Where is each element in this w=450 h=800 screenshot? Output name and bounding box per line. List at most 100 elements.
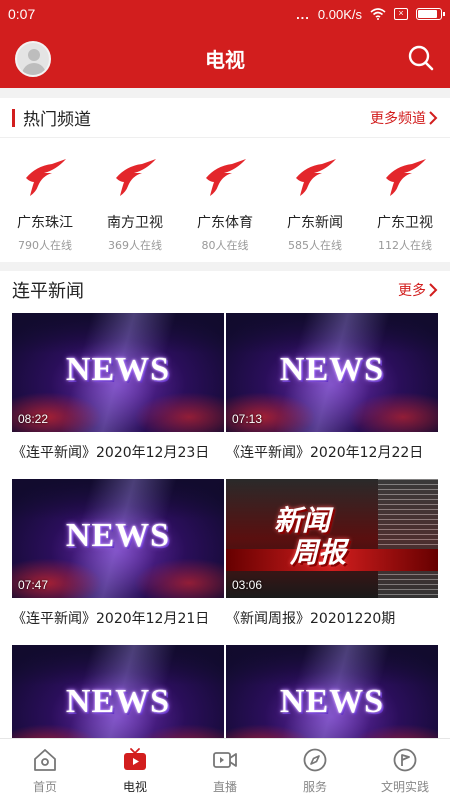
app-header: 电视	[0, 28, 450, 88]
video-thumbnail[interactable]: NEWS 07:13	[226, 313, 438, 432]
channel-list: 广东珠江 790人在线 南方卫视 369人在线 广东体育 80人在线 广东新闻 …	[0, 140, 450, 260]
chevron-right-icon	[429, 283, 438, 297]
tab-live[interactable]: 直播	[180, 739, 270, 800]
channel-item[interactable]: 广东珠江 790人在线	[0, 140, 90, 260]
thumb-glow	[12, 724, 102, 738]
channel-online: 369人在线	[108, 239, 162, 252]
avatar-body	[22, 63, 46, 75]
channel-online: 790人在线	[18, 239, 72, 252]
video-title[interactable]: 《连平新闻》2020年12月23日	[12, 442, 224, 462]
video-card[interactable]: NEWS	[12, 645, 224, 738]
tab-service[interactable]: 服务	[270, 739, 360, 800]
channel-online: 112人在线	[378, 239, 432, 252]
search-icon[interactable]	[407, 44, 435, 72]
thumb-glow	[134, 558, 224, 598]
home-icon	[34, 749, 56, 771]
more-channels-link[interactable]: 更多频道	[370, 108, 438, 128]
tab-label: 文明实践	[380, 780, 429, 794]
signal-dots: ...	[296, 6, 310, 22]
tab-label: 电视	[122, 780, 147, 794]
video-title[interactable]: 《连平新闻》2020年12月21日	[12, 608, 224, 628]
channel-logo-icon	[26, 159, 66, 196]
video-camera-icon	[213, 752, 237, 768]
hot-channels-header: 热门频道 更多频道	[0, 98, 450, 138]
video-thumbnail[interactable]: NEWS 08:22	[12, 313, 224, 432]
news-section-title: 连平新闻	[12, 281, 84, 302]
video-title[interactable]: 《连平新闻》2020年12月22日	[226, 442, 438, 462]
status-bar: 0:07 ... 0.00K/s ×	[0, 0, 450, 28]
status-right-group: ... 0.00K/s ×	[296, 6, 445, 22]
video-card[interactable]: NEWS 07:13 《连平新闻》2020年12月22日	[226, 313, 438, 462]
battery-fill	[418, 10, 437, 18]
channel-logo-icon	[206, 159, 246, 196]
thumb-stripes	[378, 479, 438, 598]
video-title[interactable]: 《新闻周报》20201220期	[226, 608, 438, 628]
video-thumbnail[interactable]: 新闻 周报 03:06	[226, 479, 438, 598]
channel-item[interactable]: 广东卫视 112人在线	[360, 140, 450, 260]
section-divider	[0, 88, 450, 98]
hot-channels-title: 热门频道	[12, 105, 91, 130]
tab-label: 直播	[212, 780, 237, 794]
tv-icon	[124, 748, 146, 770]
channel-name: 广东珠江	[17, 215, 73, 231]
channel-name: 广东卫视	[377, 215, 433, 231]
chevron-right-icon	[429, 110, 438, 125]
tab-label: 服务	[302, 780, 327, 794]
more-news-link[interactable]: 更多	[398, 280, 438, 300]
bottom-tab-bar: 首页 电视 直播 服务 文明实践	[0, 738, 450, 800]
thumb-glow	[348, 392, 438, 432]
video-duration: 07:13	[232, 412, 263, 426]
video-card[interactable]: NEWS 07:47 《连平新闻》2020年12月21日	[12, 479, 224, 628]
channel-name: 南方卫视	[107, 215, 163, 231]
hot-channels-title-text: 热门频道	[23, 110, 91, 130]
tab-tv[interactable]: 电视	[90, 739, 180, 800]
status-time: 0:07	[8, 6, 36, 22]
thumb-news-text: NEWS	[65, 351, 171, 388]
thumb-glow	[134, 724, 224, 738]
thumb-glow	[348, 724, 438, 738]
channel-item[interactable]: 南方卫视 369人在线	[90, 140, 180, 260]
section-divider	[0, 262, 450, 271]
thumb-glow	[134, 392, 224, 432]
wifi-icon	[370, 8, 386, 20]
more-channels-label: 更多频道	[370, 110, 426, 127]
channel-name: 广东新闻	[287, 215, 343, 231]
channel-item[interactable]: 广东体育 80人在线	[180, 140, 270, 260]
more-news-label: 更多	[398, 283, 426, 299]
thumb-news-text: NEWS	[279, 683, 385, 720]
title-accent-bar	[12, 108, 15, 127]
channel-item[interactable]: 广东新闻 585人在线	[270, 140, 360, 260]
video-thumbnail[interactable]: NEWS	[12, 645, 224, 738]
avatar-head	[28, 49, 40, 61]
thumb-news-text: NEWS	[65, 683, 171, 720]
video-card[interactable]: NEWS	[226, 645, 438, 738]
channel-logo-icon	[386, 159, 426, 196]
video-thumbnail[interactable]: NEWS 07:47	[12, 479, 224, 598]
thumb-weekly-text-line: 周报	[290, 536, 347, 569]
thumb-weekly-text-line: 新闻	[274, 504, 331, 537]
net-speed: 0.00K/s	[317, 6, 362, 22]
battery-icon	[416, 8, 445, 20]
video-thumbnail[interactable]: NEWS	[226, 645, 438, 738]
news-section-header: 连平新闻 更多	[0, 272, 450, 308]
avatar[interactable]	[15, 41, 51, 77]
channel-logo-icon	[296, 159, 336, 196]
thumb-glow	[226, 724, 316, 738]
tab-civilization[interactable]: 文明实践	[360, 739, 450, 800]
sim-x-icon: ×	[394, 8, 408, 20]
video-duration: 08:22	[18, 412, 49, 426]
video-duration: 03:06	[232, 578, 263, 592]
channel-online: 80人在线	[201, 239, 249, 252]
page-title: 电视	[205, 47, 245, 72]
video-grid: NEWS 08:22 《连平新闻》2020年12月23日 NEWS 07:13 …	[0, 313, 450, 738]
flag-circle-icon	[393, 748, 417, 772]
thumb-news-text: NEWS	[65, 517, 171, 554]
channel-logo-icon	[116, 159, 156, 196]
video-card[interactable]: 新闻 周报 03:06 《新闻周报》20201220期	[226, 479, 438, 628]
thumb-news-text: NEWS	[279, 351, 385, 388]
tab-label: 首页	[32, 780, 57, 794]
channel-name: 广东体育	[197, 215, 253, 231]
video-card[interactable]: NEWS 08:22 《连平新闻》2020年12月23日	[12, 313, 224, 462]
tab-home[interactable]: 首页	[0, 739, 90, 800]
channel-online: 585人在线	[288, 239, 342, 252]
